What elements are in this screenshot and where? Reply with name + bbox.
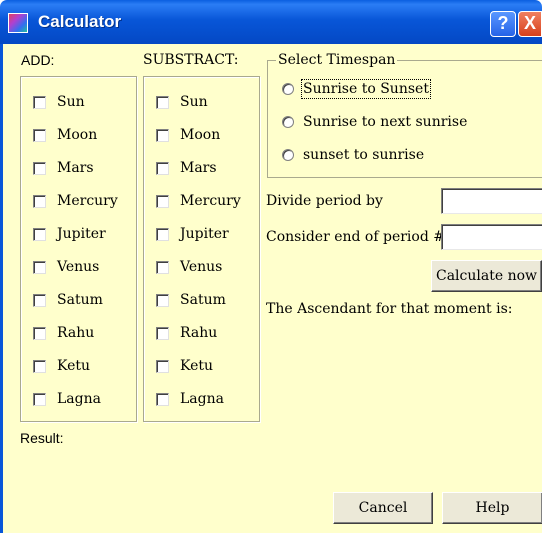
checkbox[interactable] (33, 227, 46, 241)
title-bar[interactable]: Calculator ? X (0, 0, 542, 44)
checkbox-label: Satum (57, 292, 103, 308)
checkbox-label: Mars (57, 160, 94, 176)
divide-period-input[interactable] (441, 188, 542, 214)
checkbox-item-lagna[interactable]: Lagna (156, 390, 224, 408)
checkbox[interactable] (33, 194, 46, 208)
checkbox-label: Mercury (180, 193, 241, 209)
checkbox-item-venus[interactable]: Venus (33, 258, 99, 276)
help-button[interactable]: Help (442, 492, 542, 524)
checkbox[interactable] (156, 392, 169, 406)
checkbox-label: Jupiter (180, 226, 229, 242)
checkbox-label: Sun (57, 94, 85, 110)
checkbox[interactable] (33, 161, 46, 175)
radio-sunrise-to-sunset[interactable]: Sunrise to Sunset (282, 79, 431, 99)
timespan-label: Select Timespan (276, 52, 398, 68)
subtract-label: SUBSTRACT: (143, 52, 239, 68)
checkbox-label: Ketu (180, 358, 214, 374)
checkbox-label: Rahu (180, 325, 218, 341)
checkbox[interactable] (33, 293, 46, 307)
radio-button[interactable] (282, 116, 294, 128)
checkbox-label: Jupiter (57, 226, 106, 242)
radio-label: Sunrise to Sunset (301, 79, 431, 99)
checkbox-label: Lagna (57, 391, 101, 407)
radio-label: Sunrise to next sunrise (303, 114, 468, 130)
dialog-body: ADD: SUBSTRACT: Sun Moon Mars Mercury Jupite… (0, 44, 542, 533)
checkbox[interactable] (156, 293, 169, 307)
checkbox[interactable] (156, 359, 169, 373)
checkbox-item-satum[interactable]: Satum (156, 291, 226, 309)
checkbox[interactable] (156, 161, 169, 175)
checkbox[interactable] (156, 95, 169, 109)
checkbox-item-sun[interactable]: Sun (33, 93, 85, 111)
calculator-window: Calculator ? X ADD: SUBSTRACT: Sun Moon Ma… (0, 0, 542, 533)
checkbox-item-ketu[interactable]: Ketu (156, 357, 213, 375)
checkbox-item-mars[interactable]: Mars (156, 159, 217, 177)
checkbox-label: Moon (57, 127, 98, 143)
checkbox-label: Rahu (57, 325, 95, 341)
radio-sunrise-to-next-sunrise[interactable]: Sunrise to next sunrise (282, 114, 467, 130)
checkbox-item-moon[interactable]: Moon (156, 126, 220, 144)
checkbox[interactable] (33, 260, 46, 274)
checkbox-item-venus[interactable]: Venus (156, 258, 222, 276)
calculate-now-button[interactable]: Calculate now (431, 260, 542, 292)
radio-button[interactable] (282, 149, 294, 161)
checkbox-label: Ketu (57, 358, 91, 374)
ascendant-text: The Ascendant for that moment is: (266, 301, 513, 317)
checkbox-label: Sun (180, 94, 208, 110)
checkbox[interactable] (156, 260, 169, 274)
checkbox[interactable] (33, 392, 46, 406)
checkbox-item-jupiter[interactable]: Jupiter (33, 225, 106, 243)
checkbox-label: Lagna (180, 391, 224, 407)
checkbox-item-mars[interactable]: Mars (33, 159, 94, 177)
checkbox[interactable] (33, 326, 46, 340)
checkbox[interactable] (33, 95, 46, 109)
checkbox[interactable] (156, 227, 169, 241)
checkbox[interactable] (156, 194, 169, 208)
window-title: Calculator (38, 12, 122, 31)
add-label: ADD: (21, 52, 55, 68)
result-label: Result: (20, 430, 64, 446)
checkbox-item-satum[interactable]: Satum (33, 291, 103, 309)
checkbox-item-moon[interactable]: Moon (33, 126, 97, 144)
checkbox-item-sun[interactable]: Sun (156, 93, 208, 111)
add-planet-list: Sun Moon Mars Mercury Jupiter Venus Satum Rahu K… (20, 76, 137, 422)
radio-label: sunset to sunrise (303, 147, 425, 163)
end-period-label: Consider end of period # (266, 229, 445, 245)
checkbox-item-mercury[interactable]: Mercury (156, 192, 241, 210)
checkbox-label: Venus (57, 259, 100, 275)
checkbox-label: Mars (180, 160, 217, 176)
help-icon[interactable]: ? (490, 11, 516, 37)
timespan-group: Select Timespan Sunrise to Sunset Sunris… (267, 52, 542, 178)
checkbox-label: Venus (180, 259, 223, 275)
checkbox-item-rahu[interactable]: Rahu (156, 324, 217, 342)
app-icon (8, 13, 28, 33)
checkbox-item-ketu[interactable]: Ketu (33, 357, 90, 375)
checkbox-item-rahu[interactable]: Rahu (33, 324, 94, 342)
checkbox[interactable] (33, 359, 46, 373)
checkbox-label: Mercury (57, 193, 118, 209)
checkbox[interactable] (156, 326, 169, 340)
checkbox-item-lagna[interactable]: Lagna (33, 390, 101, 408)
subtract-planet-list: Sun Moon Mars Mercury Jupiter Venus Satum Rahu K… (143, 76, 260, 422)
checkbox[interactable] (156, 128, 169, 142)
end-period-input[interactable] (441, 224, 542, 250)
checkbox-label: Satum (180, 292, 226, 308)
radio-button[interactable] (282, 83, 294, 95)
radio-sunset-to-sunrise[interactable]: sunset to sunrise (282, 147, 424, 163)
close-icon[interactable]: X (518, 11, 542, 37)
checkbox-item-mercury[interactable]: Mercury (33, 192, 118, 210)
checkbox-item-jupiter[interactable]: Jupiter (156, 225, 229, 243)
cancel-button[interactable]: Cancel (333, 492, 433, 524)
divide-label: Divide period by (266, 193, 383, 209)
checkbox-label: Moon (180, 127, 221, 143)
checkbox[interactable] (33, 128, 46, 142)
